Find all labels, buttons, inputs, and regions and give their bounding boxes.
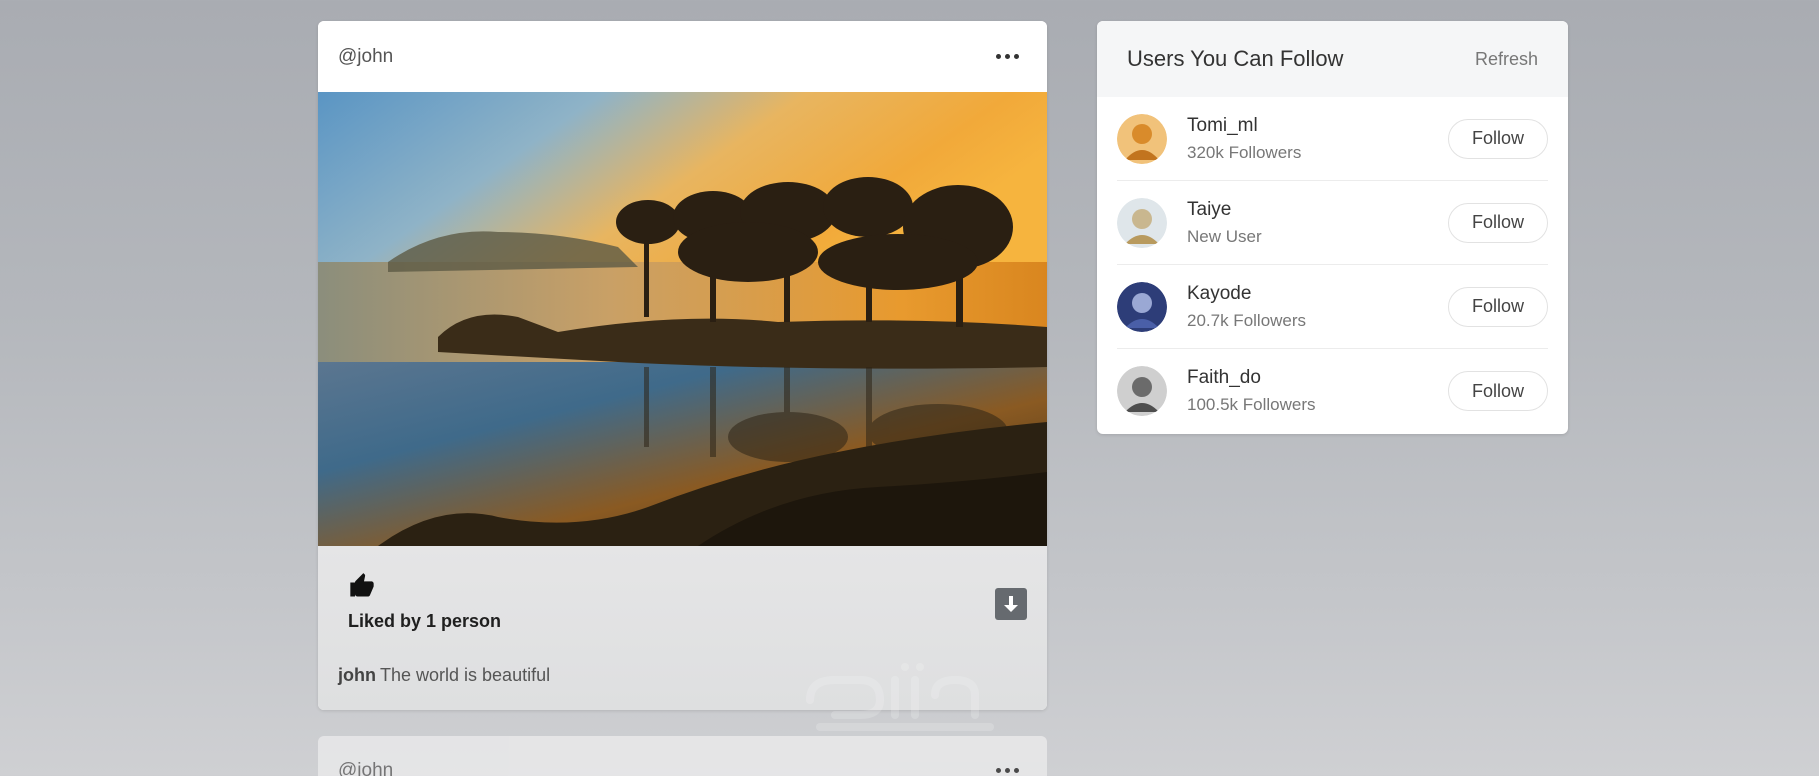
more-horizontal-icon[interactable]: [996, 54, 1019, 59]
user-info: Taiye New User: [1187, 199, 1448, 247]
next-post-username[interactable]: @john: [338, 760, 393, 776]
user-name[interactable]: Taiye: [1187, 199, 1448, 221]
refresh-button[interactable]: Refresh: [1475, 49, 1538, 70]
user-info: Faith_do 100.5k Followers: [1187, 367, 1448, 415]
user-name[interactable]: Kayode: [1187, 283, 1448, 305]
user-name[interactable]: Faith_do: [1187, 367, 1448, 389]
post-image: [318, 92, 1047, 546]
avatar[interactable]: [1117, 281, 1167, 332]
avatar[interactable]: [1117, 366, 1167, 416]
avatar[interactable]: [1117, 113, 1167, 164]
user-list: Tomi_ml 320k Followers Follow Taiye New …: [1097, 97, 1568, 433]
user-row: Tomi_ml 320k Followers Follow: [1117, 97, 1548, 181]
avatar[interactable]: [1117, 197, 1167, 248]
user-row: Kayode 20.7k Followers Follow: [1117, 265, 1548, 349]
post-caption: john The world is beautiful: [338, 665, 550, 686]
user-followers: 100.5k Followers: [1187, 395, 1316, 414]
follow-button[interactable]: Follow: [1448, 286, 1548, 327]
follow-button[interactable]: Follow: [1448, 371, 1548, 411]
thumbs-up-icon[interactable]: [348, 572, 376, 600]
post-card: @john Liked by 1 person john The world i…: [318, 21, 1047, 710]
suggestions-header: Users You Can Follow Refresh: [1097, 21, 1568, 97]
user-row: Faith_do 100.5k Followers Follow: [1117, 349, 1548, 433]
user-info: Kayode 20.7k Followers: [1187, 283, 1448, 331]
users-to-follow-card: Users You Can Follow Refresh Tomi_ml 320…: [1097, 21, 1568, 434]
user-followers: 20.7k Followers: [1187, 310, 1307, 330]
follow-button[interactable]: Follow: [1448, 202, 1548, 243]
next-post-card: @john: [318, 736, 1047, 776]
caption-text: The world is beautiful: [380, 665, 551, 685]
suggestions-title: Users You Can Follow: [1127, 46, 1344, 71]
watermark-logo: [806, 663, 994, 731]
user-followers: 320k Followers: [1187, 142, 1302, 162]
user-followers: New User: [1187, 226, 1262, 246]
caption-username[interactable]: john: [338, 665, 376, 685]
user-name[interactable]: Tomi_ml: [1187, 115, 1448, 137]
follow-button[interactable]: Follow: [1448, 118, 1548, 159]
liked-by-text: Liked by 1 person: [348, 611, 502, 631]
post-username[interactable]: @john: [338, 46, 393, 68]
more-horizontal-icon[interactable]: [996, 768, 1019, 773]
user-info: Tomi_ml 320k Followers: [1187, 115, 1448, 163]
user-row: Taiye New User Follow: [1117, 181, 1548, 265]
post-header: @john: [318, 21, 1047, 92]
download-icon[interactable]: [995, 588, 1027, 620]
